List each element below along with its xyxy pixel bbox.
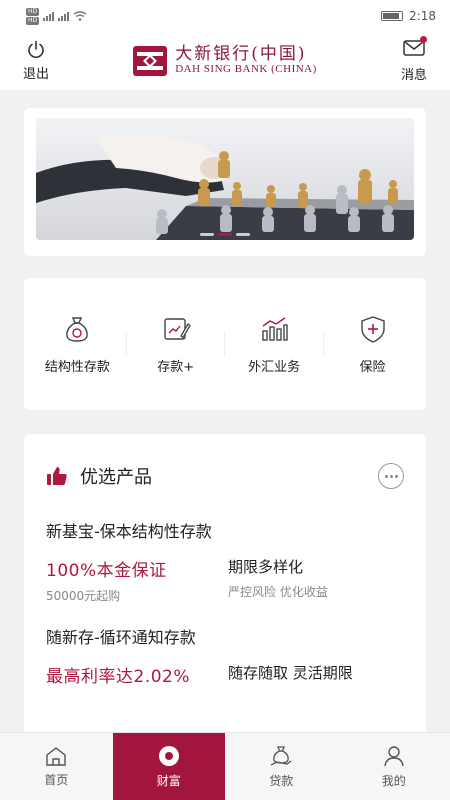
quick-link-forex[interactable]: 外汇业务 (228, 314, 320, 375)
quick-link-deposit-plus[interactable]: 存款+ (130, 314, 222, 375)
logout-label: 退出 (22, 67, 49, 82)
loan-icon (270, 745, 292, 766)
product-feature: 随存随取 灵活期限 (228, 664, 353, 682)
divider (126, 332, 128, 356)
product-feature-col: 期限多样化 严控风险 优化收益 (228, 556, 404, 604)
banner-pagination (200, 233, 250, 236)
product-feature-sub: 严控风险 优化收益 (228, 585, 328, 599)
more-dot (389, 474, 393, 478)
wifi-icon (73, 11, 87, 21)
tab-label: 首页 (44, 772, 69, 787)
quick-link-label: 存款+ (157, 359, 195, 375)
quick-link-label: 结构性存款 (44, 359, 110, 375)
messages-label: 消息 (400, 68, 427, 83)
product-name: 新基宝-保本结构性存款 (46, 522, 212, 541)
status-left: HD HD (26, 7, 87, 25)
product-feature-col: 随存随取 灵活期限 (228, 662, 404, 687)
quick-links-card: 结构性存款 存款+ 外汇业务 保险 (24, 278, 426, 410)
bar-trend-icon (262, 316, 288, 341)
tab-label: 我的 (381, 773, 406, 788)
hd-badge-2: HD (26, 16, 40, 25)
more-button[interactable] (378, 463, 404, 489)
shield-plus-icon (360, 315, 385, 343)
tab-profile[interactable]: 我的 (338, 733, 450, 800)
profile-icon (384, 745, 404, 766)
bank-name-en: DAH SING BANK (CHINA) (175, 63, 317, 76)
signal-icon (43, 11, 55, 21)
bottom-tab-bar: 首页 财富 贷款 我的 (0, 732, 450, 800)
featured-header: 优选产品 (46, 434, 404, 518)
product-highlight-col: 最高利率达2.02% (46, 662, 228, 687)
quick-link-insurance[interactable]: 保险 (327, 314, 419, 375)
promo-banner[interactable] (36, 118, 414, 240)
tab-home[interactable]: 首页 (0, 733, 113, 800)
power-icon (28, 40, 44, 58)
status-time: 2:18 (409, 9, 436, 23)
product-highlight-col: 100%本金保证 50000元起购 (46, 556, 228, 604)
bank-name-cn: 大新银行(中国) (175, 44, 307, 65)
logout-button[interactable]: 退出 (18, 40, 54, 82)
product-name: 随新存-循环通知存款 (46, 628, 196, 647)
home-icon (46, 746, 66, 766)
money-bag-icon (66, 316, 89, 342)
quick-link-structured-deposit[interactable]: 结构性存款 (31, 314, 123, 375)
featured-title: 优选产品 (80, 467, 152, 488)
featured-products-card: 优选产品 新基宝-保本结构性存款 100%本金保证 50000元起购 期限多样化… (24, 434, 426, 754)
messages-button[interactable]: 消息 (396, 36, 432, 83)
tab-loan[interactable]: 贷款 (225, 733, 338, 800)
product-item[interactable]: 新基宝-保本结构性存款 100%本金保证 50000元起购 期限多样化 严控风险… (46, 518, 404, 604)
featured-title-group: 优选产品 (46, 463, 152, 489)
bank-name: 大新银行(中国) DAH SING BANK (CHINA) (175, 44, 317, 76)
message-icon-wrap (403, 36, 427, 61)
status-bar: HD HD 2:18 (0, 0, 450, 32)
bank-logo-icon (133, 46, 168, 76)
unread-dot (419, 36, 427, 43)
tab-label: 财富 (156, 773, 181, 788)
product-highlight: 100%本金保证 (46, 561, 167, 581)
banner-dot-2[interactable] (218, 233, 232, 236)
product-highlight: 最高利率达2.02% (46, 667, 191, 687)
product-details: 最高利率达2.02% 随存随取 灵活期限 (46, 662, 404, 687)
product-feature: 期限多样化 (228, 558, 304, 576)
divider (322, 332, 324, 356)
chess-banner-image (36, 118, 414, 240)
app-header: 退出 大新银行(中国) DAH SING BANK (CHINA) 消息 (0, 32, 450, 90)
thumbs-up-icon (47, 467, 67, 485)
hd-badge-1: HD (26, 7, 40, 16)
banner-dot-3[interactable] (236, 233, 250, 236)
divider (224, 332, 226, 356)
edit-chart-icon (164, 317, 191, 340)
quick-link-label: 外汇业务 (248, 359, 301, 375)
bank-logo: 大新银行(中国) DAH SING BANK (CHINA) (133, 44, 317, 76)
banner-card (24, 108, 426, 256)
status-right: 2:18 (381, 9, 436, 23)
quick-link-label: 保险 (359, 359, 386, 375)
tab-wealth[interactable]: 财富 (112, 733, 225, 800)
product-item[interactable]: 随新存-循环通知存款 最高利率达2.02% 随存随取 灵活期限 (46, 624, 404, 687)
more-dot (394, 474, 398, 478)
product-min-amount: 50000元起购 (46, 589, 121, 603)
banner-dot-1[interactable] (200, 233, 214, 236)
more-dot (384, 474, 388, 478)
product-details: 100%本金保证 50000元起购 期限多样化 严控风险 优化收益 (46, 556, 404, 604)
wealth-icon (158, 745, 179, 766)
signal-icon-2 (58, 11, 70, 21)
network-badges: HD HD (26, 7, 40, 25)
battery-icon (381, 11, 404, 21)
tab-label: 贷款 (269, 773, 294, 788)
